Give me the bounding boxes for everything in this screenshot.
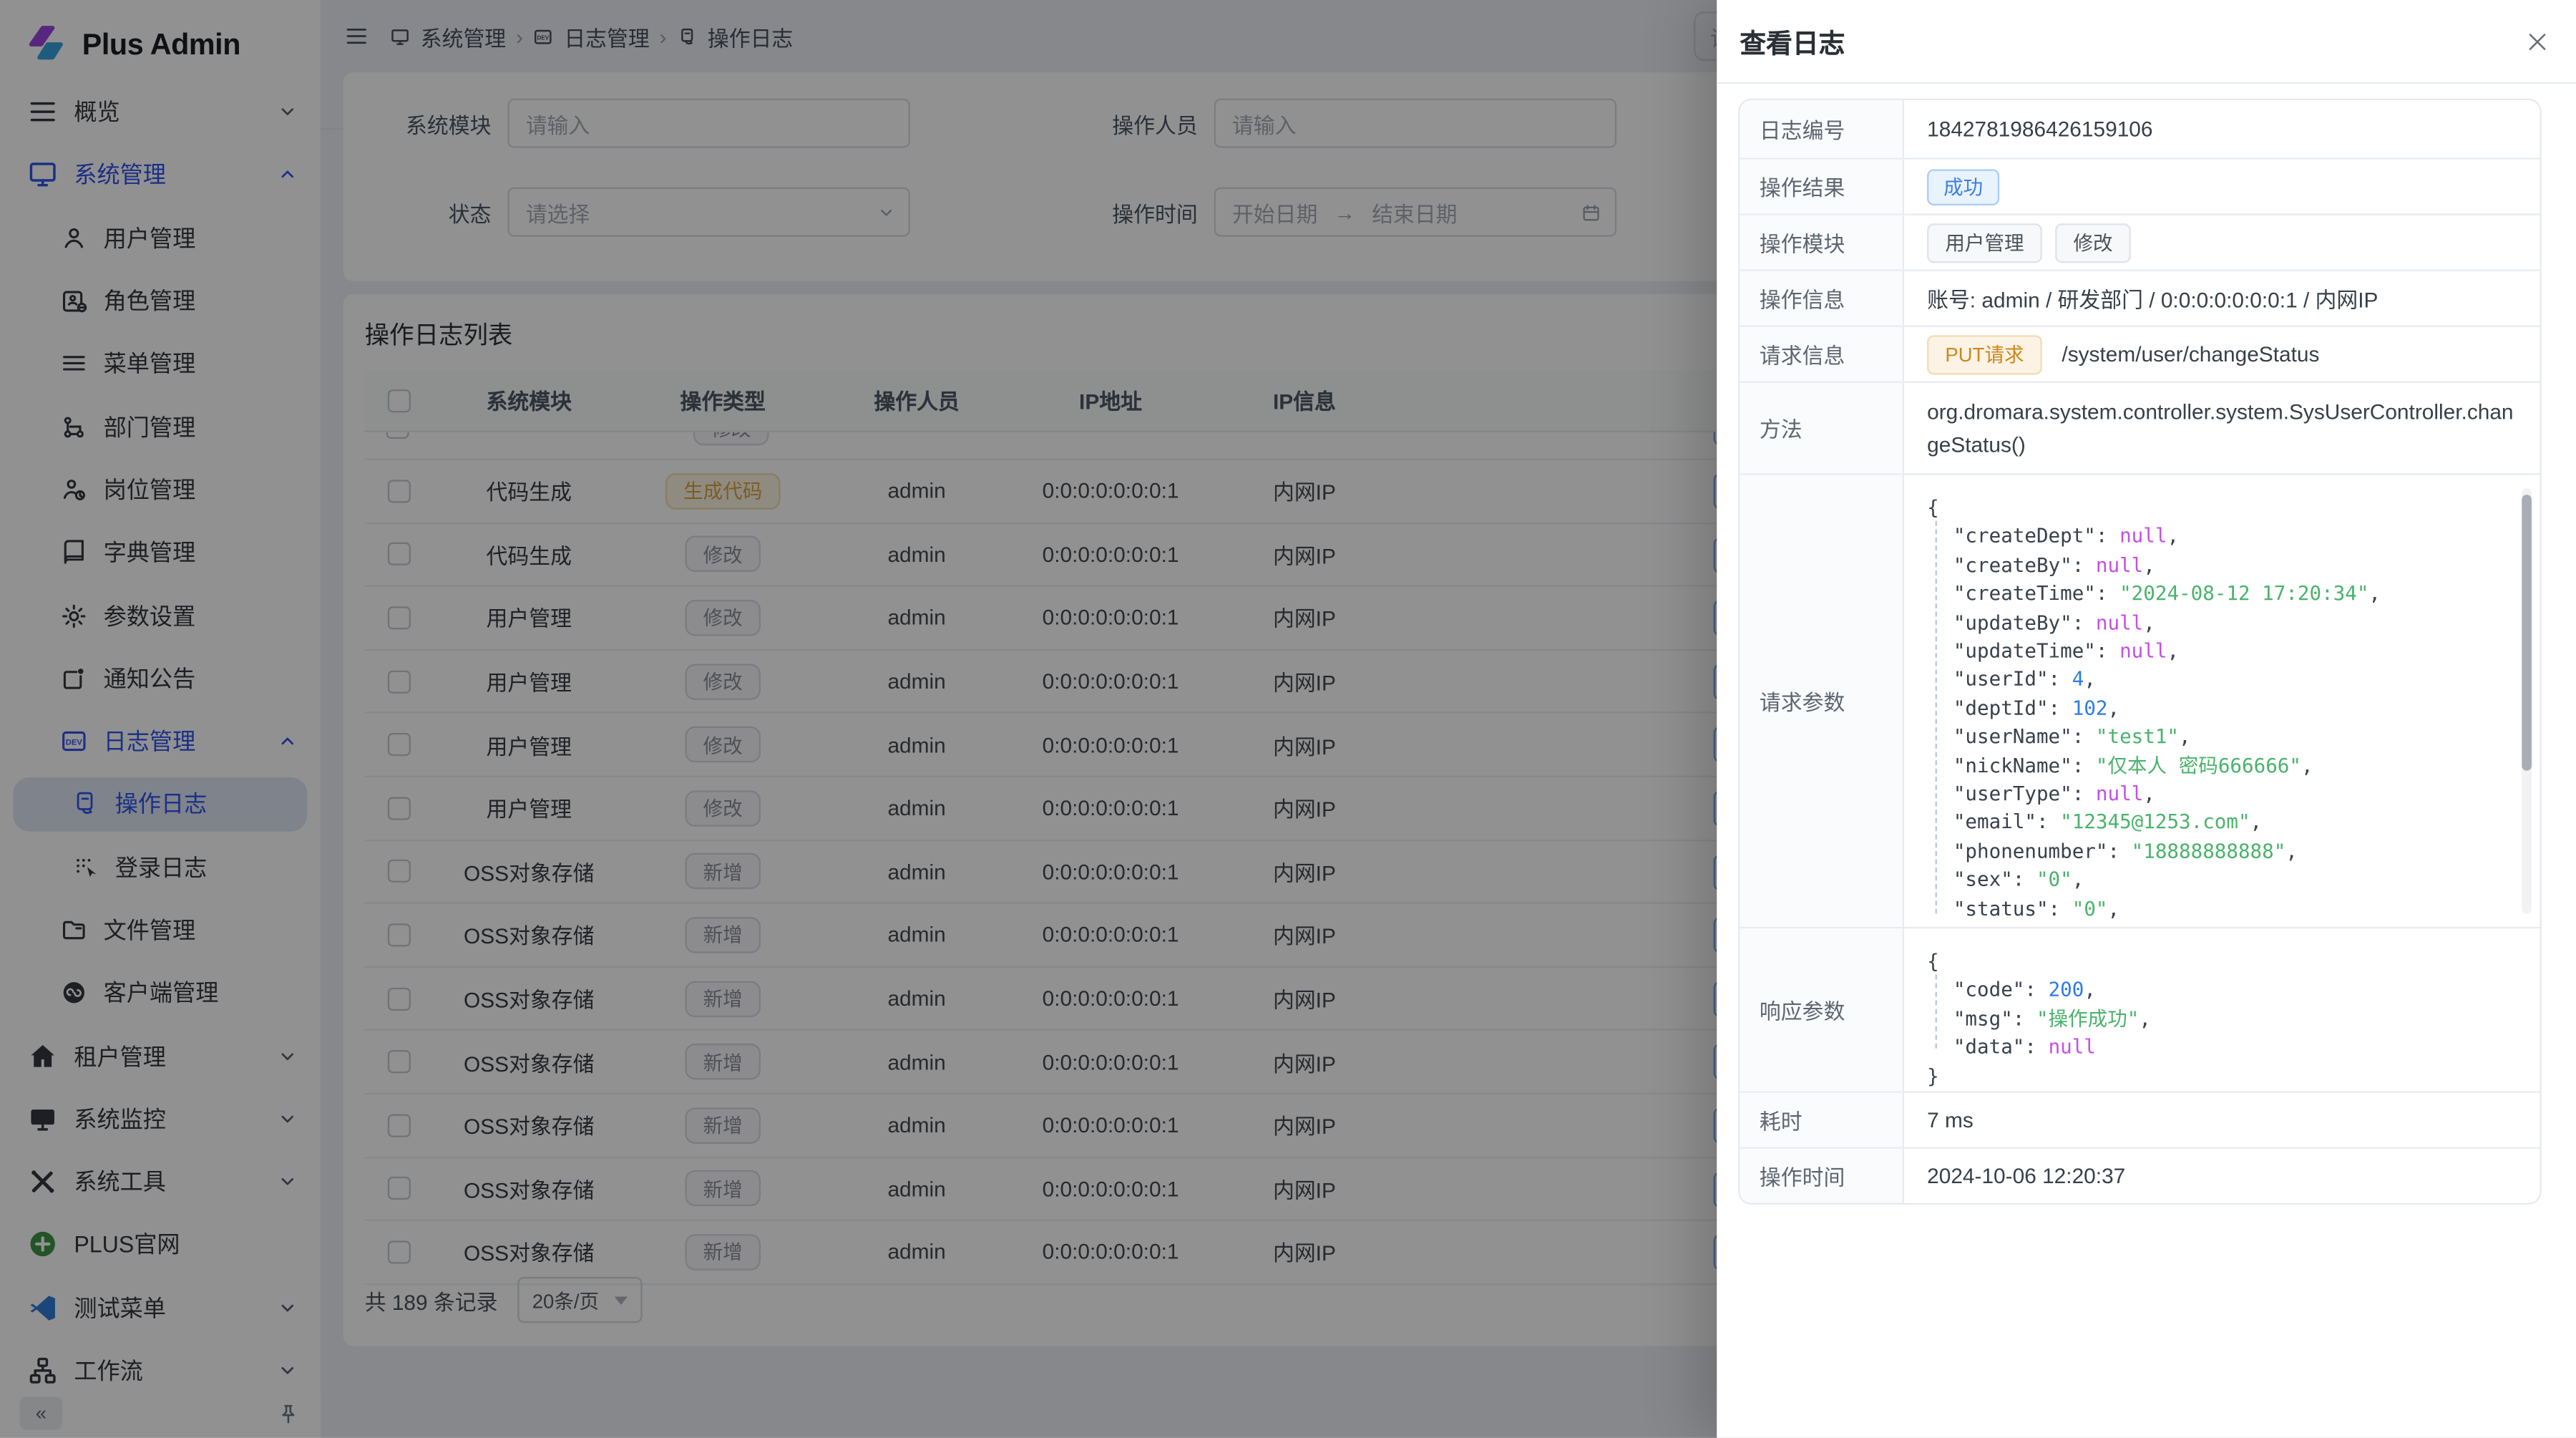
field-label: 耗时 [1740, 1093, 1904, 1147]
code-line: "updateTime": null, [1927, 638, 2517, 666]
log-detail-drawer: 查看日志 日志编号 1842781986426159106 操作结果 成功 操作… [1717, 0, 2576, 1438]
field-label: 请求信息 [1740, 327, 1904, 382]
code-line: "userId": 4, [1927, 666, 2517, 695]
operation-info-value: 账号: admin / 研发部门 / 0:0:0:0:0:0:0:1 / 内网I… [1904, 271, 2540, 326]
log-id-value: 1842781986426159106 [1904, 100, 2540, 157]
code-line: "code": 200, [1927, 977, 2517, 1006]
code-line: "deptId": 102, [1927, 695, 2517, 724]
http-method-badge: PUT请求 [1927, 334, 2042, 374]
field-label: 操作模块 [1740, 215, 1904, 270]
code-line: "createBy": null, [1927, 552, 2517, 580]
request-params-code[interactable]: {"createDept": null,"createBy": null,"cr… [1904, 475, 2540, 927]
drawer-title: 查看日志 [1740, 21, 1845, 61]
code-line: "sex": "0", [1927, 867, 2517, 895]
response-params-lines: {"code": 200,"msg": "操作成功","data": null} [1927, 948, 2517, 1092]
scrollbar-thumb[interactable] [2522, 495, 2532, 771]
code-line: "createTime": "2024-08-12 17:20:34", [1927, 580, 2517, 609]
drawer-header: 查看日志 [1717, 0, 2576, 84]
request-params-lines: {"createDept": null,"createBy": null,"cr… [1927, 495, 2517, 923]
response-params-code: {"code": 200,"msg": "操作成功","data": null} [1904, 928, 2540, 1091]
code-line: "status": "0", [1927, 895, 2517, 924]
field-label: 请求参数 [1740, 475, 1904, 927]
code-line: "userType": null, [1927, 781, 2517, 810]
code-line: "updateBy": null, [1927, 609, 2517, 638]
code-line: "msg": "操作成功", [1927, 1006, 2517, 1034]
code-line: } [1927, 1063, 2517, 1092]
log-detail-table: 日志编号 1842781986426159106 操作结果 成功 操作模块 用户… [1738, 99, 2542, 1205]
code-line: "email": "12345@1253.com", [1927, 810, 2517, 838]
code-line: { [1927, 495, 2517, 523]
status-badge: 成功 [1927, 168, 1999, 205]
field-label: 响应参数 [1740, 928, 1904, 1091]
code-line: "nickName": "仅本人 密码666666", [1927, 752, 2517, 781]
field-label: 操作结果 [1740, 160, 1904, 214]
operation-time-value: 2024-10-06 12:20:37 [1904, 1149, 2540, 1203]
field-label: 操作时间 [1740, 1149, 1904, 1203]
field-label: 操作信息 [1740, 271, 1904, 326]
code-line: { [1927, 948, 2517, 977]
field-label: 日志编号 [1740, 100, 1904, 157]
indent-guide [1936, 521, 1937, 914]
field-label: 方法 [1740, 383, 1904, 473]
method-value: org.dromara.system.controller.system.Sys… [1904, 383, 2540, 473]
app-root: Plus Admin 概览 系统管理 用户管理 角色管理 [0, 0, 2576, 1438]
module-tag: 修改 [2055, 223, 2131, 262]
indent-guide [1936, 974, 1937, 1048]
duration-value: 7 ms [1904, 1093, 2540, 1147]
code-line: "userName": "test1", [1927, 724, 2517, 752]
request-url: /system/user/changeStatus [2062, 342, 2319, 366]
close-icon[interactable] [2525, 29, 2550, 53]
code-line: "data": null [1927, 1034, 2517, 1063]
module-tag: 用户管理 [1927, 223, 2042, 262]
code-line: "phonenumber": "18888888888", [1927, 838, 2517, 867]
code-line: "createDept": null, [1927, 523, 2517, 552]
